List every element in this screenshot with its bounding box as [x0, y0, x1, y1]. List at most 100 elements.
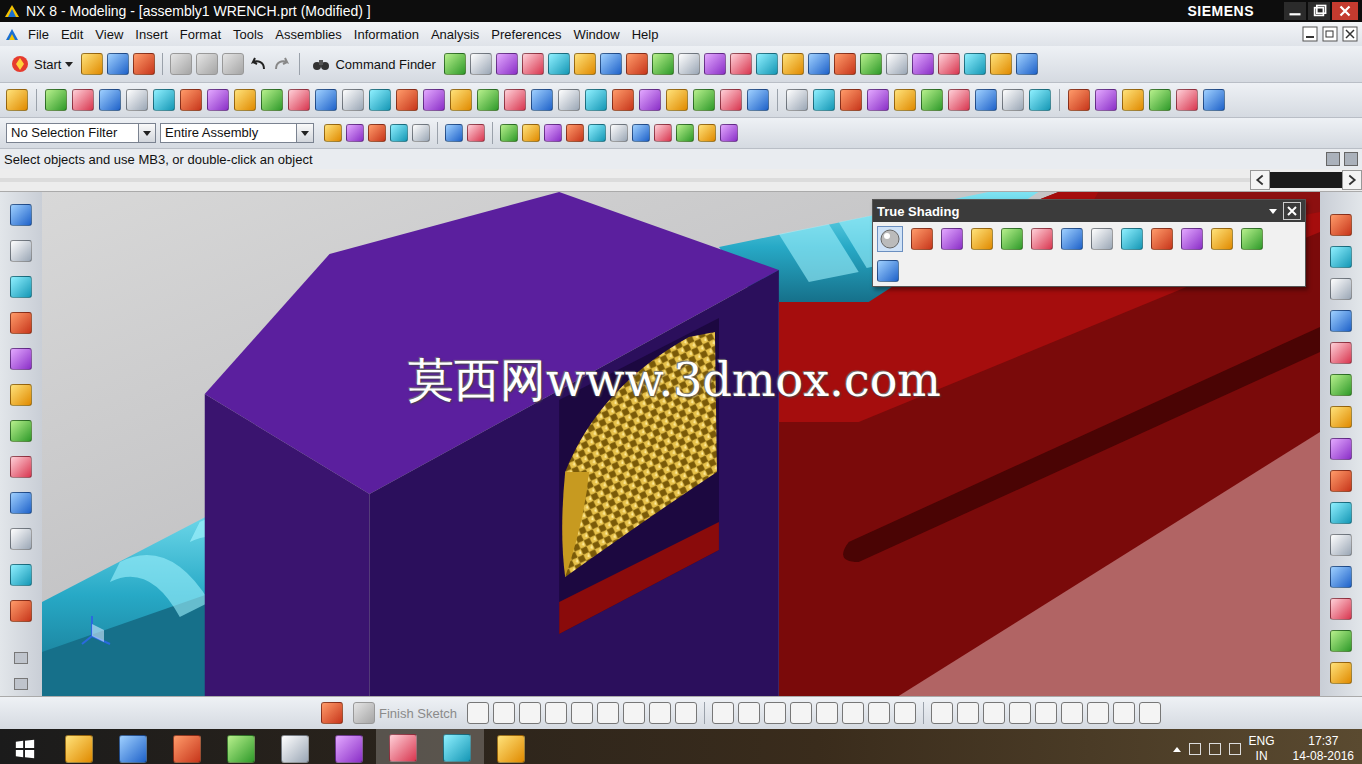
scroll-right-icon[interactable] [1342, 170, 1362, 190]
sketch-tool-icon[interactable] [868, 702, 890, 724]
taskbar-app[interactable] [322, 729, 376, 764]
toolbar-icon[interactable] [938, 53, 960, 75]
toolbar-icon[interactable] [153, 89, 175, 111]
taskbar-app[interactable] [160, 729, 214, 764]
sketch-tool-icon[interactable] [738, 702, 760, 724]
toolbar-icon[interactable] [756, 53, 778, 75]
toolbar-icon[interactable] [612, 89, 634, 111]
toolbar-icon[interactable] [1330, 502, 1352, 524]
shading-icon[interactable] [1091, 228, 1113, 250]
toolbar-icon[interactable] [45, 89, 67, 111]
toolbar-icon[interactable] [1330, 214, 1352, 236]
toolbar-icon[interactable] [948, 89, 970, 111]
resource-icon[interactable] [10, 528, 32, 550]
resource-icon[interactable] [10, 384, 32, 406]
clock[interactable]: 17:3714-08-2016 [1293, 734, 1354, 764]
toolbar-icon[interactable] [813, 89, 835, 111]
toolbar-icon[interactable] [666, 89, 688, 111]
toolbar-icon[interactable] [1330, 470, 1352, 492]
menu-item[interactable]: Analysis [425, 27, 485, 42]
sketch-icon[interactable] [321, 702, 343, 724]
sketch-tool-icon[interactable] [957, 702, 979, 724]
toolbar-icon[interactable] [470, 53, 492, 75]
scroll-thumb[interactable] [1270, 172, 1342, 188]
toolbar-icon[interactable] [585, 89, 607, 111]
scroll-left-icon[interactable] [1250, 170, 1270, 190]
redo-icon[interactable] [272, 54, 292, 74]
toolbar-icon[interactable] [730, 53, 752, 75]
toolbar-icon[interactable] [720, 89, 742, 111]
windows-logo-icon[interactable] [14, 738, 36, 760]
toolbar-icon[interactable] [860, 53, 882, 75]
toolbar-icon[interactable] [126, 89, 148, 111]
shading-icon[interactable] [941, 228, 963, 250]
toolbar-icon[interactable] [704, 53, 726, 75]
sketch-tool-icon[interactable] [1113, 702, 1135, 724]
scroll-track[interactable] [0, 178, 1250, 182]
toolbar-icon[interactable] [450, 89, 472, 111]
cut-icon[interactable] [170, 53, 192, 75]
toolbar-icon[interactable] [747, 89, 769, 111]
toolbar-icon[interactable] [548, 53, 570, 75]
toolbar-icon[interactable] [1330, 438, 1352, 460]
settings-icon[interactable] [877, 260, 899, 282]
sketch-tool-icon[interactable] [649, 702, 671, 724]
toolbar-icon[interactable] [1330, 310, 1352, 332]
sketch-tool-icon[interactable] [1061, 702, 1083, 724]
taskbar-app[interactable] [430, 729, 484, 764]
sketch-tool-icon[interactable] [519, 702, 541, 724]
toolbar-icon[interactable] [6, 89, 28, 111]
sketch-tool-icon[interactable] [764, 702, 786, 724]
toolbar-icon[interactable] [99, 89, 121, 111]
toolbar-icon[interactable] [531, 89, 553, 111]
toolbar-icon[interactable] [1002, 89, 1024, 111]
resource-icon[interactable] [10, 456, 32, 478]
toolbar-icon[interactable] [180, 89, 202, 111]
selection-scope-dropdown[interactable]: Entire Assembly [160, 123, 314, 143]
shading-icon[interactable] [1151, 228, 1173, 250]
doc-minimize-icon[interactable] [1302, 26, 1318, 42]
shading-icon[interactable] [1001, 228, 1023, 250]
sketch-tool-icon[interactable] [493, 702, 515, 724]
toolbar-icon[interactable] [1203, 89, 1225, 111]
toolbar-icon[interactable] [886, 53, 908, 75]
toolbar-icon[interactable] [600, 53, 622, 75]
menu-item[interactable]: Window [567, 27, 625, 42]
true-shading-toolbar[interactable]: True Shading [872, 199, 1306, 287]
resource-icon[interactable] [10, 240, 32, 262]
restore-icon[interactable] [1308, 2, 1330, 20]
sketch-tool-icon[interactable] [712, 702, 734, 724]
close-icon[interactable] [1283, 202, 1301, 220]
sketch-tool-icon[interactable] [597, 702, 619, 724]
doc-restore-icon[interactable] [1322, 26, 1338, 42]
menu-item[interactable]: Format [174, 27, 227, 42]
menu-item[interactable]: View [89, 27, 129, 42]
sketch-tool-icon[interactable] [790, 702, 812, 724]
toolbar-icon[interactable] [1330, 630, 1352, 652]
selection-icon[interactable] [324, 124, 342, 142]
taskbar-app[interactable] [376, 729, 430, 764]
toolbar-icon[interactable] [574, 53, 596, 75]
selection-icon[interactable] [588, 124, 606, 142]
toolbar-icon[interactable] [1330, 278, 1352, 300]
toolbar-icon[interactable] [133, 53, 155, 75]
status-icon[interactable] [1326, 152, 1340, 166]
sketch-tool-icon[interactable] [545, 702, 567, 724]
sketch-tool-icon[interactable] [983, 702, 1005, 724]
toolbar-icon[interactable] [396, 89, 418, 111]
toolbar-icon[interactable] [912, 53, 934, 75]
shading-icon[interactable] [971, 228, 993, 250]
taskbar-app[interactable] [268, 729, 322, 764]
copy-icon[interactable] [196, 53, 218, 75]
toolbar-icon[interactable] [1330, 342, 1352, 364]
selection-filter-dropdown[interactable]: No Selection Filter [6, 123, 156, 143]
selection-icon[interactable] [720, 124, 738, 142]
view-triad[interactable] [78, 610, 118, 650]
taskbar-app[interactable] [214, 729, 268, 764]
sphere-icon[interactable] [877, 226, 903, 252]
sketch-tool-icon[interactable] [894, 702, 916, 724]
toolbar-icon[interactable] [840, 89, 862, 111]
sketch-tool-icon[interactable] [467, 702, 489, 724]
sketch-tool-icon[interactable] [675, 702, 697, 724]
doc-close-icon[interactable] [1342, 26, 1358, 42]
